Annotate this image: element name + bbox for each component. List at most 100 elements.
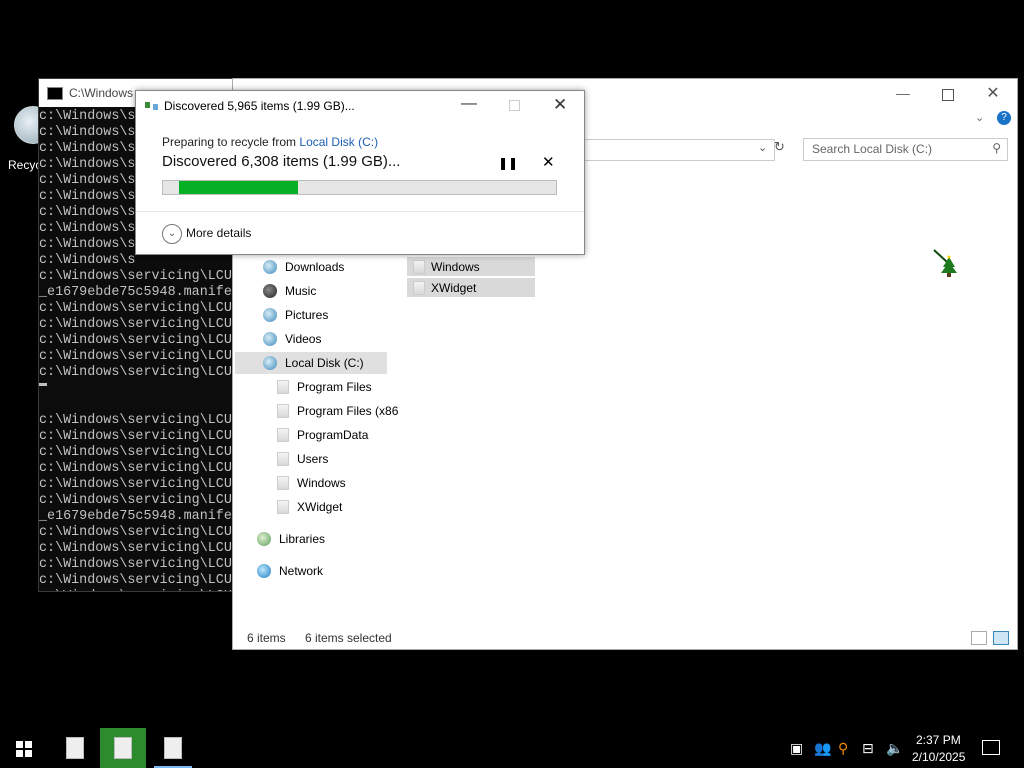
- folder-icon: [277, 428, 289, 442]
- nav-item[interactable]: Local Disk (C:): [235, 352, 387, 374]
- close-button[interactable]: ✕: [983, 83, 1003, 103]
- folder-icon: [413, 259, 425, 274]
- folder-icon: [277, 452, 289, 466]
- cmd-line: c:\Windows\s: [39, 253, 136, 268]
- security-icon[interactable]: ▣: [790, 740, 803, 757]
- tree-icon: [933, 249, 957, 282]
- cmd-line: c:\Windows\servicing\LCU: [39, 317, 232, 332]
- cmd-line: c:\Windows\servicing\LCU: [39, 557, 232, 572]
- pause-button[interactable]: ❚❚: [498, 156, 518, 170]
- cmd-line: c:\Windows\servicing\LCU: [39, 445, 232, 460]
- nav-item[interactable]: Program Files (x86: [277, 400, 398, 422]
- nav-item-label: Windows: [297, 476, 346, 490]
- people-icon[interactable]: 👥: [814, 740, 831, 757]
- taskbar-app-3[interactable]: [150, 728, 196, 768]
- search-placeholder: Search Local Disk (C:): [812, 142, 933, 156]
- start-button[interactable]: [16, 741, 32, 757]
- cmd-line: c:\Windows\servicing\LCU: [39, 477, 232, 492]
- nav-item[interactable]: Users: [277, 448, 328, 470]
- recycle-progress-dialog[interactable]: Discovered 5,965 items (1.99 GB)... — ✕ …: [135, 90, 585, 255]
- taskbar: ▣ 👥 ⚲ ⊟ 🔈 2:37 PM 2/10/2025: [0, 728, 1024, 768]
- document-icon: [164, 737, 182, 759]
- search-icon: ⚲: [992, 141, 1001, 155]
- downloads-icon: [263, 260, 277, 274]
- volume-icon[interactable]: 🔈: [886, 740, 903, 757]
- cmd-line: c:\Windows\servicing\LCU: [39, 429, 232, 444]
- cmd-line: c:\Windows\servicing\LCU: [39, 349, 232, 364]
- folder-icon: [277, 476, 289, 490]
- cmd-icon: [47, 86, 63, 100]
- nav-item-label: Downloads: [285, 260, 345, 274]
- taskbar-app-2[interactable]: [100, 728, 146, 768]
- source-drive-link[interactable]: Local Disk (C:): [299, 135, 378, 149]
- more-details-button[interactable]: More details: [186, 226, 251, 240]
- nav-item[interactable]: Network: [257, 560, 323, 582]
- dialog-minimize-button[interactable]: —: [461, 95, 477, 113]
- nav-item-label: Program Files (x86: [297, 404, 399, 418]
- folder-icon: [277, 404, 289, 418]
- minimize-button[interactable]: —: [893, 85, 913, 105]
- preparing-prefix: Preparing to recycle from: [162, 135, 300, 149]
- nav-item-label: Program Files: [297, 380, 372, 394]
- nav-item-label: Pictures: [285, 308, 329, 322]
- address-dropdown-icon[interactable]: ⌄: [758, 141, 767, 154]
- pictures-icon: [263, 308, 277, 322]
- cmd-line: c:\Windows\servicing\LCU: [39, 525, 232, 540]
- cmd-line: [39, 397, 239, 413]
- nav-item-label: XWidget: [297, 500, 343, 514]
- cmd-line: _e1679ebde75c5948.manife: [39, 509, 232, 524]
- details-view-button[interactable]: [971, 631, 987, 645]
- cancel-button[interactable]: ✕: [542, 153, 555, 171]
- maximize-button[interactable]: [938, 85, 958, 105]
- progress-bar-fill: [179, 181, 298, 194]
- dialog-close-button[interactable]: ✕: [553, 95, 567, 115]
- cmd-line: c:\Windows\servicing\LCU: [39, 365, 232, 380]
- search-tray-icon[interactable]: ⚲: [838, 740, 848, 757]
- nav-item-label: Libraries: [279, 532, 326, 546]
- file-item[interactable]: XWidget: [407, 278, 535, 297]
- nav-item[interactable]: Pictures: [263, 304, 328, 326]
- taskbar-app-1[interactable]: [52, 728, 98, 768]
- network-icon[interactable]: ⊟: [862, 740, 874, 757]
- clock-date[interactable]: 2/10/2025: [912, 750, 965, 764]
- cmd-line: _e1679ebde75c5948.manife: [39, 285, 232, 300]
- nav-item[interactable]: ProgramData: [277, 424, 368, 446]
- nav-item-label: Videos: [285, 332, 322, 346]
- drive-icon: [263, 356, 277, 370]
- nav-item[interactable]: Libraries: [257, 528, 325, 550]
- nav-item[interactable]: Music: [263, 280, 316, 302]
- folder-icon: [277, 380, 289, 394]
- preparing-text: Preparing to recycle from Local Disk (C:…: [162, 135, 378, 149]
- cmd-line: c:\Windows\servicing\LCU: [39, 301, 232, 316]
- divider: [136, 211, 584, 212]
- ribbon-expand-icon[interactable]: ⌄: [975, 111, 984, 124]
- dialog-title: Discovered 5,965 items (1.99 GB)...: [164, 99, 355, 113]
- nav-item-label: Local Disk (C:): [285, 356, 364, 370]
- search-input[interactable]: Search Local Disk (C:) ⚲: [803, 138, 1008, 161]
- large-icons-view-button[interactable]: [993, 631, 1009, 645]
- nav-item[interactable]: Program Files: [277, 376, 372, 398]
- help-icon[interactable]: ?: [997, 111, 1011, 125]
- nav-item[interactable]: Downloads: [263, 256, 344, 278]
- status-selected-count: 6 items selected: [305, 631, 392, 645]
- refresh-icon[interactable]: ↻: [774, 139, 785, 155]
- chevron-down-icon[interactable]: ⌄: [162, 224, 182, 244]
- music-icon: [263, 284, 277, 298]
- cmd-line: c:\Windows\servicing\LCU: [39, 269, 232, 284]
- status-item-count: 6 items: [247, 631, 286, 645]
- file-item-label: Windows: [431, 259, 480, 274]
- address-bar[interactable]: [573, 139, 775, 161]
- nav-item-label: Users: [297, 452, 329, 466]
- notification-icon[interactable]: [982, 740, 1000, 755]
- nav-item[interactable]: Videos: [263, 328, 321, 350]
- folder-icon: [413, 280, 425, 295]
- cmd-line: c:\Windows\servicing\LCU: [39, 413, 232, 428]
- cmd-line: c:\Windows\servicing\LCU: [39, 541, 232, 556]
- nav-item[interactable]: XWidget: [277, 496, 342, 518]
- progress-bar: [162, 180, 557, 195]
- cmd-line: c:\Windows\servicing\LCU: [39, 333, 232, 348]
- file-item-label: XWidget: [431, 280, 477, 295]
- clock-time[interactable]: 2:37 PM: [916, 733, 961, 747]
- file-item[interactable]: Windows: [407, 257, 535, 276]
- nav-item[interactable]: Windows: [277, 472, 346, 494]
